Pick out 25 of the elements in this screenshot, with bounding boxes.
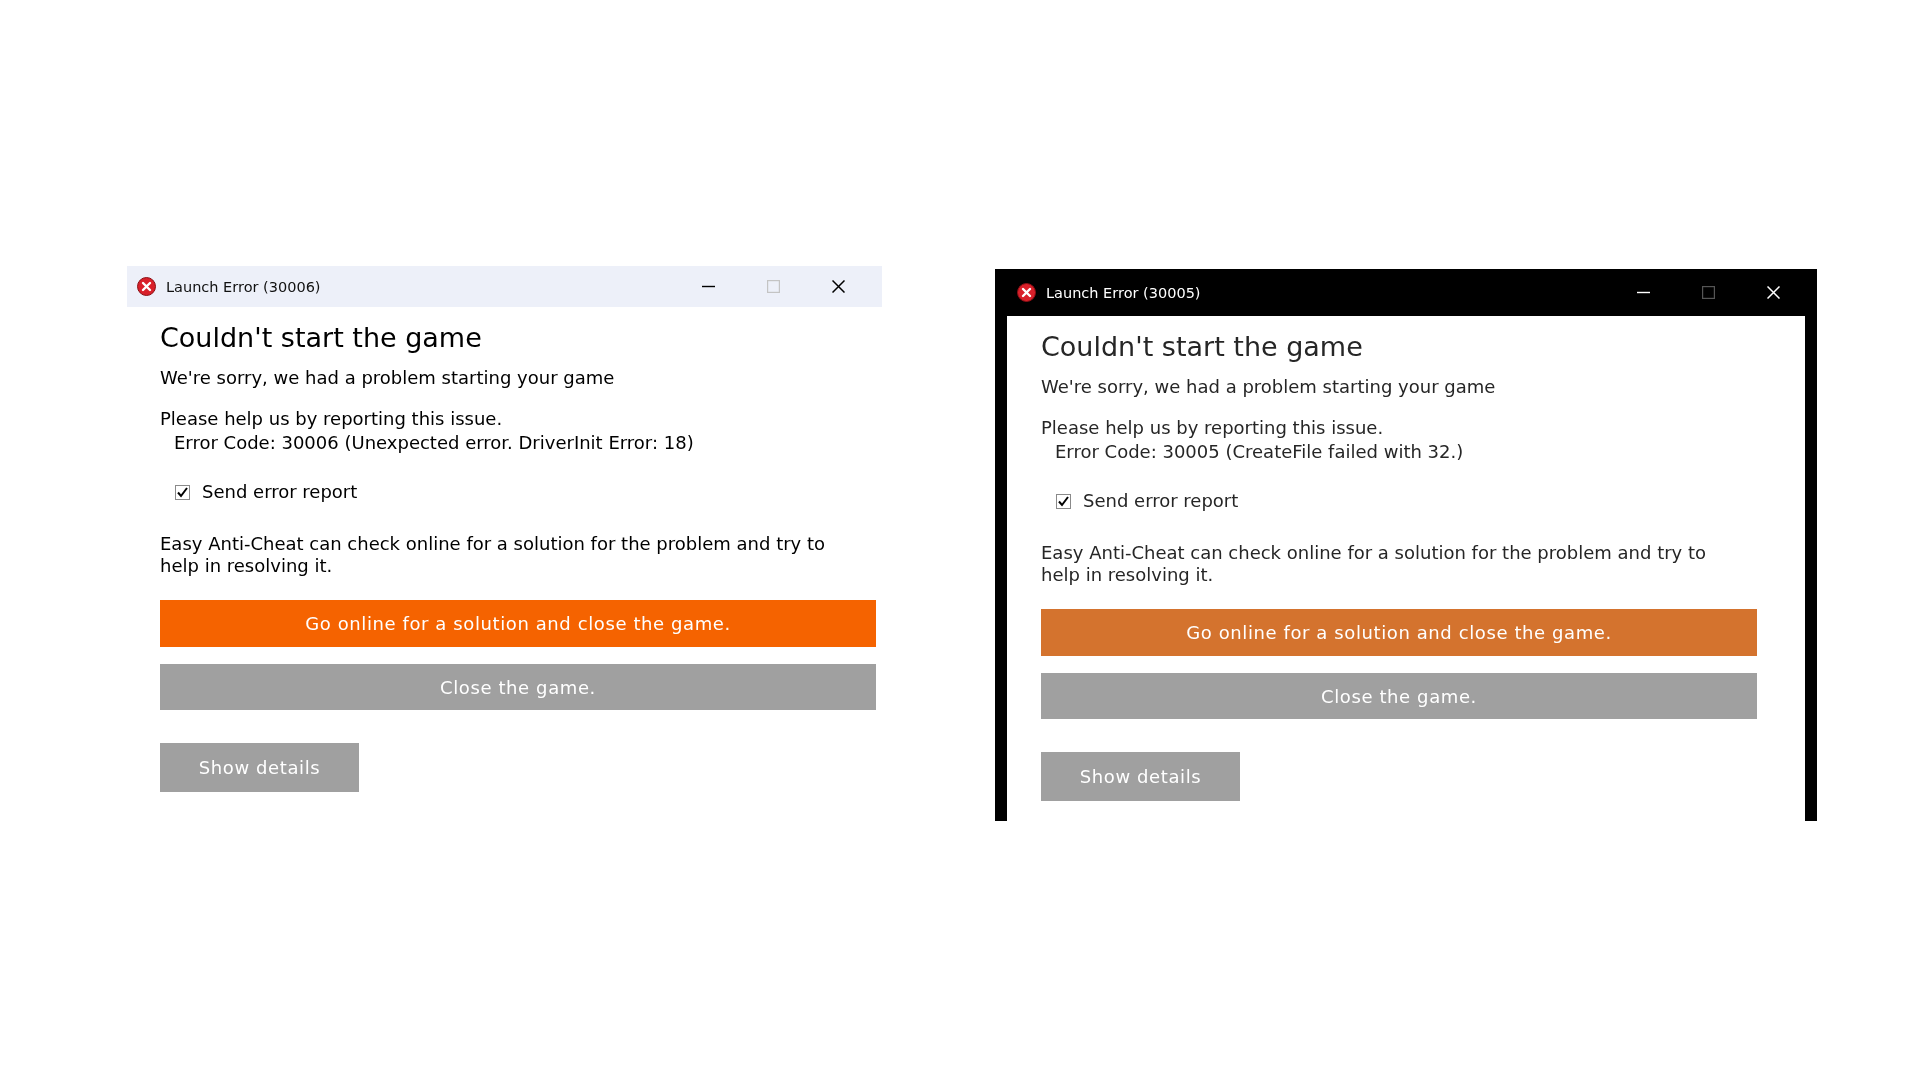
go-online-button[interactable]: Go online for a solution and close the game. (160, 600, 876, 647)
dialog-heading: Couldn't start the game (1041, 331, 1363, 363)
error-code: Error Code: 30005 (CreateFile failed with 32.) (1055, 441, 1464, 463)
show-details-button[interactable]: Show details (160, 743, 359, 792)
error-icon (137, 277, 156, 296)
dialog-message: We're sorry, we had a problem starting your game (1041, 376, 1496, 398)
error-code: Error Code: 30006 (Unexpected error. DriverInit Error: 18) (174, 432, 694, 454)
go-online-button[interactable]: Go online for a solution and close the game. (1041, 609, 1757, 656)
checkbox-label: Send error report (1083, 490, 1239, 512)
error-icon (1017, 283, 1036, 302)
report-prompt: Please help us by reporting this issue. (160, 408, 503, 430)
close-game-button[interactable]: Close the game. (160, 664, 876, 710)
close-icon[interactable] (832, 280, 845, 293)
checkbox[interactable] (1056, 493, 1071, 509)
window-title: Launch Error (30006) (166, 278, 321, 295)
checkbox[interactable] (175, 484, 190, 500)
checkbox-label: Send error report (202, 481, 358, 503)
window-title: Launch Error (30005) (1046, 284, 1201, 301)
dialog-message: We're sorry, we had a problem starting your game (160, 367, 615, 389)
info-text: Easy Anti-Cheat can check online for a solution for the problem and try to help in resolving it. (160, 533, 827, 577)
report-prompt: Please help us by reporting this issue. (1041, 417, 1384, 439)
close-game-button[interactable]: Close the game. (1041, 673, 1757, 719)
info-text: Easy Anti-Cheat can check online for a solution for the problem and try to help in resolving it. (1041, 542, 1708, 586)
show-details-button[interactable]: Show details (1041, 752, 1240, 801)
dialog-heading: Couldn't start the game (160, 322, 482, 354)
